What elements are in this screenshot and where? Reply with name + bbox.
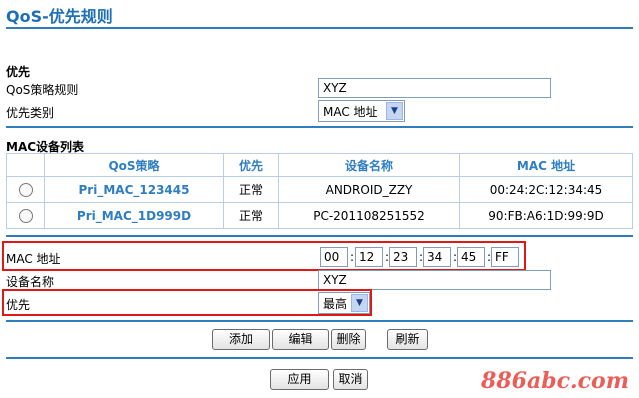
row-select-radio[interactable] [18, 182, 33, 197]
divider [6, 320, 633, 322]
mac-octet-5-input[interactable]: 45 [457, 247, 485, 267]
mac-device-table: QoS策略 优先 设备名称 MAC 地址 Pri_MAC_123445 正常 A… [6, 153, 633, 229]
policy-name: Pri_MAC_123445 [44, 176, 224, 203]
priority-select-value: 最高 [323, 297, 348, 311]
priority-category-select[interactable]: MAC 地址 ▼ [318, 100, 405, 122]
device-name: ANDROID_ZZY [278, 176, 460, 203]
mac-octet-6-input[interactable]: FF [491, 247, 519, 267]
priority-label: 优先 [6, 298, 31, 312]
table-row: Pri_MAC_123445 正常 ANDROID_ZZY 00:24:2C:1… [6, 176, 633, 203]
qos-rule-label: QoS策略规则 [6, 83, 79, 97]
mac-octet-4-input[interactable]: 34 [423, 247, 451, 267]
apply-button[interactable]: 应用 [270, 369, 329, 390]
chevron-down-icon[interactable]: ▼ [386, 102, 403, 120]
column-header-device: 设备名称 [278, 153, 460, 177]
page-title: QoS-优先规则 [6, 7, 113, 26]
add-button[interactable]: 添加 [212, 329, 270, 350]
device-name-input[interactable]: XYZ [318, 270, 551, 290]
mac-octet-3-input[interactable]: 23 [389, 247, 417, 267]
priority-value: 正常 [223, 176, 279, 203]
priority-row-highlight [2, 289, 372, 316]
table-header-row: QoS策略 优先 设备名称 MAC 地址 [6, 153, 633, 177]
cancel-button[interactable]: 取消 [333, 369, 368, 390]
priority-value: 正常 [223, 202, 279, 229]
edit-button[interactable]: 编辑 [272, 329, 329, 350]
chevron-down-icon[interactable]: ▼ [351, 294, 368, 312]
column-header-policy: QoS策略 [44, 153, 224, 177]
policy-name: Pri_MAC_1D999D [44, 202, 224, 229]
mac-address-label: MAC 地址 [6, 252, 61, 266]
qos-rule-input[interactable]: XYZ [318, 78, 551, 98]
column-header-priority: 优先 [223, 153, 279, 177]
priority-category-value: MAC 地址 [323, 105, 378, 119]
divider [6, 27, 633, 29]
divider [6, 235, 633, 237]
device-name-label: 设备名称 [6, 275, 55, 289]
divider [6, 357, 633, 359]
mac-address: 00:24:2C:12:34:45 [459, 176, 633, 203]
row-select-radio[interactable] [18, 208, 33, 223]
priority-select[interactable]: 最高 ▼ [318, 292, 370, 314]
mac-address: 90:FB:A6:1D:99:9D [459, 202, 633, 229]
device-name: PC-201108251552 [278, 202, 460, 229]
mac-octet-1-input[interactable]: 00 [320, 247, 348, 267]
select-column-header [6, 153, 45, 177]
mac-octet-2-input[interactable]: 12 [355, 247, 383, 267]
delete-button[interactable]: 删除 [331, 329, 366, 350]
colon-separator: : [350, 250, 355, 264]
priority-section-heading: 优先 [6, 65, 31, 79]
refresh-button[interactable]: 刷新 [387, 329, 428, 350]
table-row: Pri_MAC_1D999D 正常 PC-201108251552 90:FB:… [6, 202, 633, 229]
column-header-mac: MAC 地址 [459, 153, 633, 177]
site-watermark: 886abc.com [481, 368, 629, 394]
divider [6, 126, 633, 128]
priority-category-label: 优先类别 [6, 106, 55, 120]
